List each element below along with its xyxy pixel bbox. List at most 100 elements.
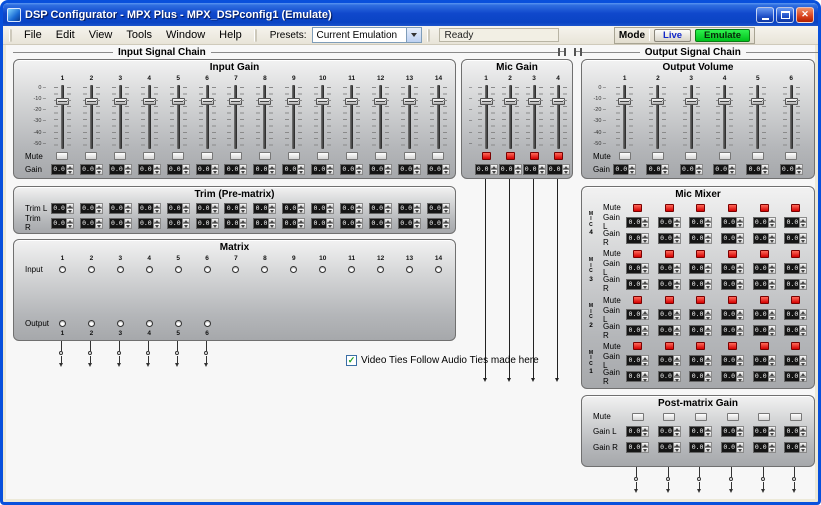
toolbar-grip[interactable] (9, 29, 12, 42)
gain-spinbox[interactable]: 0.0 (746, 164, 769, 175)
gain-spinbox[interactable]: 0.0 (646, 164, 669, 175)
matrix-input-node[interactable] (117, 266, 124, 273)
mute-button[interactable] (696, 204, 705, 212)
gain-spinbox[interactable]: 0.0 (51, 164, 74, 175)
gain-spinbox[interactable]: 0.0 (689, 217, 712, 228)
gain-spinbox[interactable]: 0.0 (784, 355, 807, 366)
mute-button[interactable] (760, 342, 769, 350)
tie-connector[interactable] (633, 467, 640, 493)
spinner-down-icon[interactable] (538, 169, 546, 175)
gain-spinbox[interactable]: 0.0 (713, 164, 736, 175)
gain-spinbox[interactable]: 0.0 (689, 233, 712, 244)
trim-spinbox[interactable]: 0.0 (167, 218, 190, 229)
mute-button[interactable] (790, 413, 802, 421)
spinner-down-icon[interactable] (268, 208, 276, 214)
spinner-down-icon[interactable] (768, 431, 776, 437)
volume-fader[interactable] (616, 85, 633, 149)
spinner-down-icon[interactable] (442, 223, 450, 229)
mute-button[interactable] (632, 413, 644, 421)
gain-spinbox[interactable]: 0.0 (658, 371, 681, 382)
gain-spinbox[interactable]: 0.0 (475, 164, 498, 175)
maximize-button[interactable] (776, 7, 794, 23)
spinner-down-icon[interactable] (768, 315, 776, 321)
gain-fader[interactable] (227, 85, 244, 149)
gain-spinbox[interactable]: 0.0 (753, 325, 776, 336)
gain-spinbox[interactable]: 0.0 (753, 309, 776, 320)
gain-spinbox[interactable]: 0.0 (626, 325, 649, 336)
spinner-down-icon[interactable] (355, 169, 363, 175)
matrix-input-node[interactable] (348, 266, 355, 273)
trim-spinbox[interactable]: 0.0 (80, 218, 103, 229)
gain-spinbox[interactable]: 0.0 (753, 371, 776, 382)
gain-spinbox[interactable]: 0.0 (784, 442, 807, 453)
matrix-input-node[interactable] (290, 266, 297, 273)
gain-spinbox[interactable]: 0.0 (167, 164, 190, 175)
mute-button[interactable] (665, 250, 674, 258)
trim-spinbox[interactable]: 0.0 (340, 203, 363, 214)
gain-fader[interactable] (401, 85, 418, 149)
gain-spinbox[interactable]: 0.0 (753, 233, 776, 244)
trim-spinbox[interactable]: 0.0 (80, 203, 103, 214)
spinner-down-icon[interactable] (736, 315, 744, 321)
matrix-output-node[interactable] (88, 320, 95, 327)
mute-button[interactable] (727, 413, 739, 421)
gain-spinbox[interactable]: 0.0 (626, 233, 649, 244)
tie-connector[interactable] (145, 341, 152, 367)
gain-spinbox[interactable]: 0.0 (547, 164, 570, 175)
spinner-down-icon[interactable] (211, 223, 219, 229)
mute-button[interactable] (760, 204, 769, 212)
spinner-down-icon[interactable] (799, 284, 807, 290)
spinner-down-icon[interactable] (736, 331, 744, 337)
spinner-down-icon[interactable] (704, 377, 712, 383)
spinner-down-icon[interactable] (695, 169, 703, 175)
gain-spinbox[interactable]: 0.0 (340, 164, 363, 175)
gain-spinbox[interactable]: 0.0 (721, 426, 744, 437)
spinner-down-icon[interactable] (95, 169, 103, 175)
menu-item[interactable]: File (17, 27, 49, 43)
matrix-input-node[interactable] (435, 266, 442, 273)
gain-spinbox[interactable]: 0.0 (626, 263, 649, 274)
spinner-down-icon[interactable] (673, 431, 681, 437)
gain-spinbox[interactable]: 0.0 (626, 309, 649, 320)
spinner-down-icon[interactable] (799, 268, 807, 274)
spinner-down-icon[interactable] (795, 169, 803, 175)
spinner-down-icon[interactable] (736, 238, 744, 244)
gain-spinbox[interactable]: 0.0 (658, 426, 681, 437)
emulate-button[interactable]: Emulate (695, 29, 750, 42)
mute-button[interactable] (728, 204, 737, 212)
gain-spinbox[interactable]: 0.0 (626, 426, 649, 437)
trim-spinbox[interactable]: 0.0 (196, 218, 219, 229)
tie-connector[interactable] (791, 467, 798, 493)
gain-spinbox[interactable]: 0.0 (753, 442, 776, 453)
toolbar-grip[interactable] (254, 29, 257, 42)
volume-fader[interactable] (683, 85, 700, 149)
spinner-down-icon[interactable] (413, 169, 421, 175)
trim-spinbox[interactable]: 0.0 (224, 203, 247, 214)
gain-fader[interactable] (372, 85, 389, 149)
tie-connector[interactable] (760, 467, 767, 493)
spinner-down-icon[interactable] (490, 169, 498, 175)
mute-button[interactable] (663, 413, 675, 421)
gain-spinbox[interactable]: 0.0 (721, 371, 744, 382)
spinner-down-icon[interactable] (182, 169, 190, 175)
spinner-down-icon[interactable] (641, 222, 649, 228)
spinner-down-icon[interactable] (326, 223, 334, 229)
trim-spinbox[interactable]: 0.0 (196, 203, 219, 214)
spinner-down-icon[interactable] (182, 223, 190, 229)
trim-spinbox[interactable]: 0.0 (109, 218, 132, 229)
mute-button[interactable] (696, 296, 705, 304)
spinner-down-icon[interactable] (628, 169, 636, 175)
gain-spinbox[interactable]: 0.0 (689, 309, 712, 320)
volume-fader[interactable] (749, 85, 766, 149)
spinner-down-icon[interactable] (124, 208, 132, 214)
mute-button[interactable] (317, 152, 329, 160)
spinner-down-icon[interactable] (124, 223, 132, 229)
gain-spinbox[interactable]: 0.0 (613, 164, 636, 175)
spinner-down-icon[interactable] (768, 284, 776, 290)
gain-spinbox[interactable]: 0.0 (427, 164, 450, 175)
gain-fader[interactable] (170, 85, 187, 149)
mute-button[interactable] (719, 152, 731, 160)
menu-item[interactable]: Help (212, 27, 249, 43)
gain-spinbox[interactable]: 0.0 (369, 164, 392, 175)
gain-fader[interactable] (141, 85, 158, 149)
